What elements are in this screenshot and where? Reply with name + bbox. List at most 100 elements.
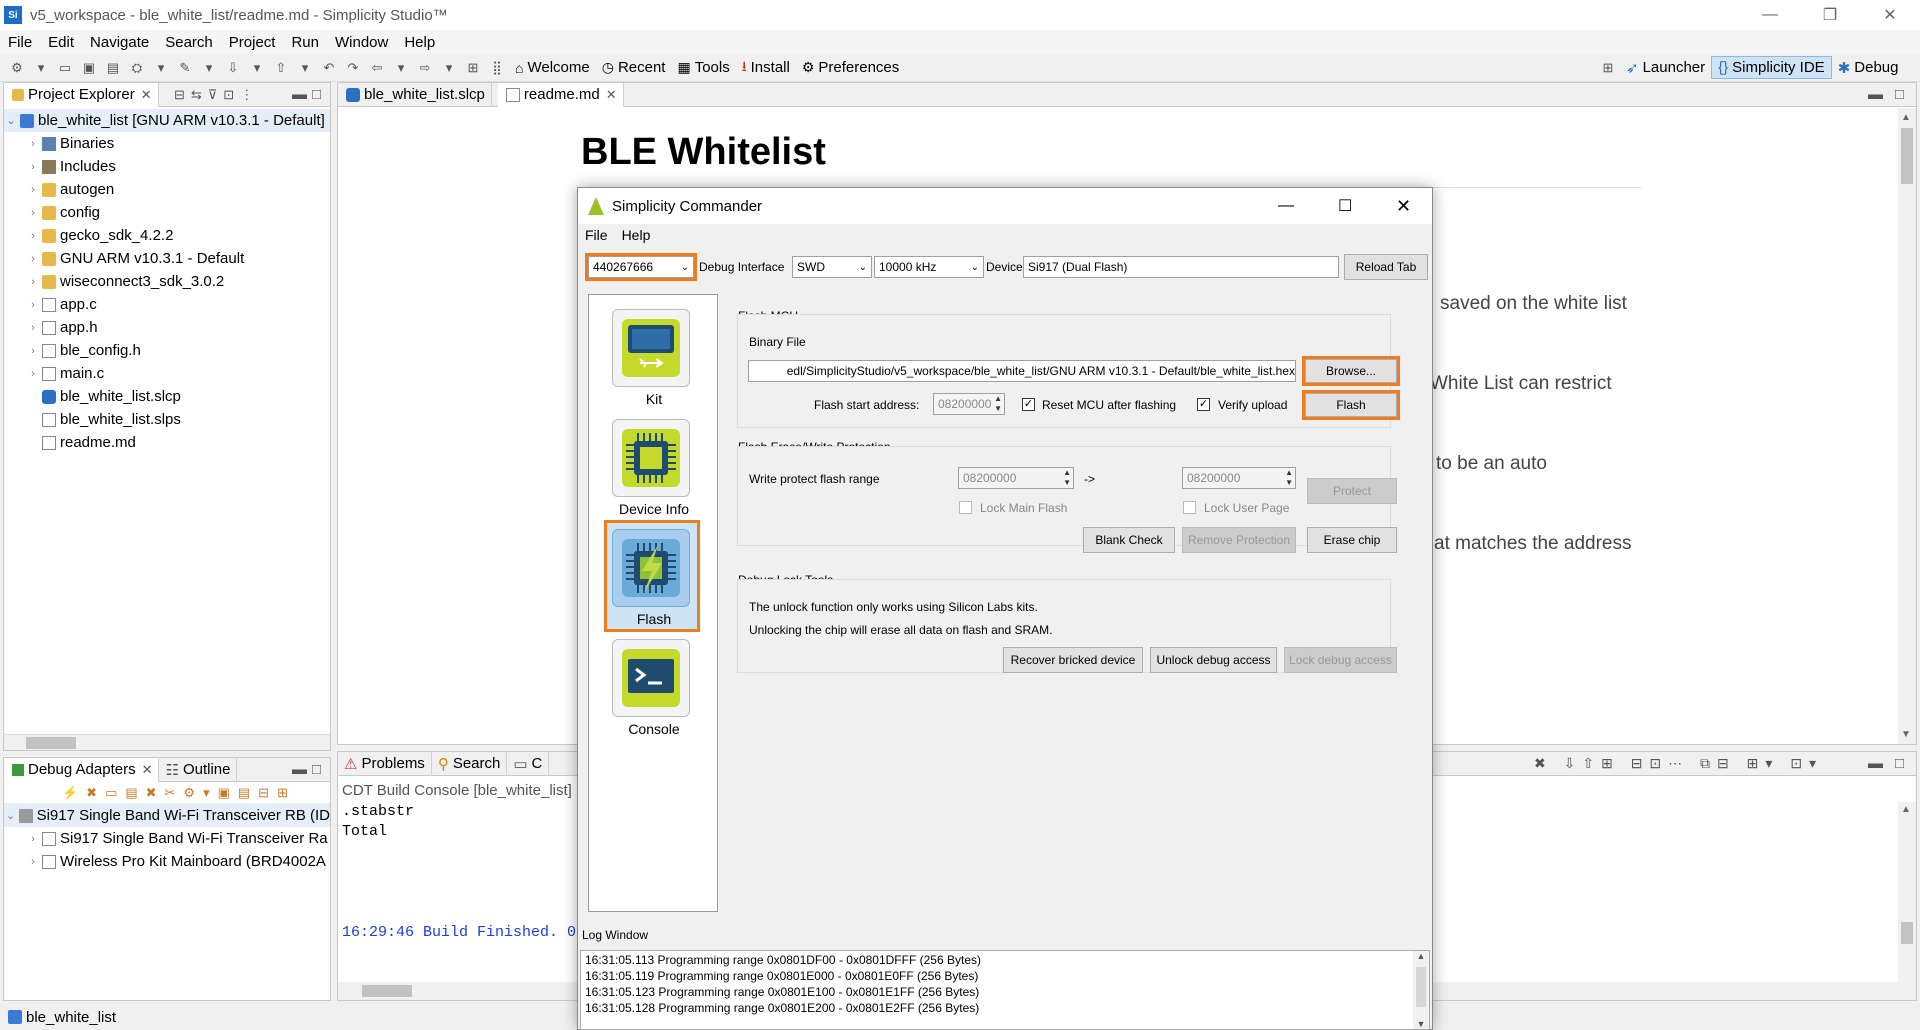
flash-button[interactable]: Flash bbox=[1302, 390, 1400, 420]
vertical-scrollbar[interactable]: ▲ ▼ bbox=[1898, 108, 1916, 744]
chevron-right-icon[interactable]: › bbox=[26, 230, 40, 242]
tree-item-readme[interactable]: readme.md bbox=[4, 431, 330, 454]
lock-debug-button[interactable]: Lock debug access bbox=[1284, 647, 1397, 673]
tools-button[interactable]: ▦ Tools bbox=[677, 59, 729, 76]
erase-chip-button[interactable]: Erase chip bbox=[1307, 527, 1397, 553]
tree-item-gecko-sdk[interactable]: › gecko_sdk_4.2.2 bbox=[4, 224, 330, 247]
tree-item-gnu-arm[interactable]: › GNU ARM v10.3.1 - Default bbox=[4, 247, 330, 270]
maximize-icon[interactable]: □ bbox=[1895, 86, 1904, 103]
minimize-icon[interactable]: ▬ bbox=[1868, 86, 1883, 103]
restore-button[interactable]: ❐ bbox=[1800, 0, 1860, 30]
grid-icon[interactable]: ⣿ bbox=[488, 59, 506, 77]
chevron-right-icon[interactable]: › bbox=[26, 322, 40, 334]
run-icon[interactable]: ⇧ bbox=[272, 59, 290, 77]
arrow-up-icon[interactable]: ▲ bbox=[1901, 804, 1911, 815]
maximize-icon[interactable]: □ bbox=[1895, 755, 1904, 772]
tab-project-explorer[interactable]: Project Explorer ✕ bbox=[4, 82, 159, 107]
debug-adapters-toolbar[interactable]: ⚡✖▭▤✖✂⚙▾▣▤⊟⊞ bbox=[4, 782, 330, 804]
chevron-down-icon[interactable]: ⌄ bbox=[4, 114, 18, 127]
minimize-icon[interactable]: ▬ bbox=[292, 86, 307, 103]
tree-item-binaries[interactable]: › Binaries bbox=[4, 132, 330, 155]
tab-debug-adapters[interactable]: Debug Adapters ✕ bbox=[4, 757, 160, 782]
menu-navigate[interactable]: Navigate bbox=[82, 34, 157, 51]
close-icon[interactable]: ✕ bbox=[142, 762, 153, 778]
scrollbar-thumb[interactable] bbox=[1901, 128, 1913, 184]
menu-help[interactable]: Help bbox=[396, 34, 443, 51]
tree-item-includes[interactable]: › Includes bbox=[4, 155, 330, 178]
save-icon[interactable]: ▣ bbox=[80, 59, 98, 77]
chevron-right-icon[interactable]: › bbox=[26, 253, 40, 265]
speed-select[interactable]: 10000 kHz ⌄ bbox=[874, 256, 984, 278]
adapter-row[interactable]: › Wireless Pro Kit Mainboard (BRD4002A bbox=[4, 850, 330, 873]
protect-button[interactable]: Protect bbox=[1307, 478, 1397, 504]
device-field[interactable]: Si917 (Dual Flash) bbox=[1023, 256, 1339, 278]
tree-item-wiseconnect[interactable]: › wiseconnect3_sdk_3.0.2 bbox=[4, 270, 330, 293]
build-icon[interactable]: ⚙ bbox=[8, 59, 26, 77]
adapter-row[interactable]: ⌄ Si917 Single Band Wi-Fi Transceiver RB … bbox=[4, 804, 330, 827]
tree-item-slcp[interactable]: ble_white_list.slcp bbox=[4, 385, 330, 408]
nav-flash[interactable] bbox=[612, 529, 690, 607]
tree-root[interactable]: ⌄ ble_white_list [GNU ARM v10.3.1 - Defau… bbox=[4, 109, 330, 132]
menu-window[interactable]: Window bbox=[327, 34, 396, 51]
menu-search[interactable]: Search bbox=[157, 34, 221, 51]
protect-from-input[interactable]: 08200000 ▲ ▼ bbox=[958, 467, 1074, 489]
tab-outline[interactable]: ☷ Outline bbox=[159, 757, 238, 782]
menu-help[interactable]: Help bbox=[622, 227, 651, 243]
tools-icon[interactable]: ✎ bbox=[176, 59, 194, 77]
arrow-up-icon[interactable]: ▲ bbox=[1413, 951, 1429, 961]
tree-item-slps[interactable]: ble_white_list.slps bbox=[4, 408, 330, 431]
tab-slcp[interactable]: ble_white_list.slcp bbox=[338, 82, 492, 107]
maximize-button[interactable]: ☐ bbox=[1338, 196, 1352, 216]
tab-readme[interactable]: readme.md ✕ bbox=[497, 82, 624, 107]
serial-select[interactable]: 440267666 ⌄ bbox=[585, 253, 697, 281]
lock-user-checkbox[interactable] bbox=[1183, 501, 1196, 514]
debug-interface-select[interactable]: SWD ⌄ bbox=[792, 256, 872, 278]
flash-start-input[interactable]: 08200000 ▲ ▼ bbox=[933, 393, 1005, 415]
close-icon[interactable]: ✕ bbox=[141, 87, 152, 103]
back-icon[interactable]: ⇦ bbox=[368, 59, 386, 77]
chevron-right-icon[interactable]: › bbox=[26, 184, 40, 196]
nav-kit[interactable] bbox=[612, 309, 690, 387]
console-toolbar-icons[interactable]: ✖ ⇩⇧⊞ ⊟⊡⋯ ⧉⊟ ⊞▾ ⊡▾ bbox=[1534, 755, 1823, 772]
menu-file[interactable]: File bbox=[585, 227, 608, 243]
adapter-row[interactable]: › Si917 Single Band Wi-Fi Transceiver Ra bbox=[4, 827, 330, 850]
dropdown-icon[interactable]: ▾ bbox=[296, 59, 314, 77]
preferences-button[interactable]: ⚙ Preferences bbox=[802, 59, 899, 76]
remove-protection-button[interactable]: Remove Protection bbox=[1182, 527, 1296, 553]
scrollbar-thumb[interactable] bbox=[362, 985, 412, 997]
chevron-right-icon[interactable]: › bbox=[26, 161, 40, 173]
chevron-right-icon[interactable]: › bbox=[26, 207, 40, 219]
menu-edit[interactable]: Edit bbox=[40, 34, 82, 51]
dropdown-icon[interactable]: ▾ bbox=[248, 59, 266, 77]
close-icon[interactable]: ✕ bbox=[606, 87, 617, 103]
close-button[interactable]: ✕ bbox=[1860, 0, 1920, 30]
nav-console[interactable] bbox=[612, 639, 690, 717]
install-button[interactable]: ⭳ Install bbox=[742, 56, 790, 80]
tree-item-app-c[interactable]: › app.c bbox=[4, 293, 330, 316]
minimize-button[interactable]: — bbox=[1278, 197, 1294, 215]
arrow-up-icon[interactable]: ▲ bbox=[1901, 112, 1911, 123]
close-button[interactable]: ✕ bbox=[1396, 196, 1411, 217]
chevron-right-icon[interactable]: › bbox=[26, 276, 40, 288]
tab-search[interactable]: ⚲ Search bbox=[432, 751, 508, 776]
chevron-down-icon[interactable]: ⌄ bbox=[4, 809, 17, 822]
protect-to-input[interactable]: 08200000 ▲ ▼ bbox=[1182, 467, 1296, 489]
maximize-icon[interactable]: □ bbox=[312, 86, 321, 103]
forward-icon[interactable]: ⇨ bbox=[416, 59, 434, 77]
maximize-icon[interactable]: □ bbox=[312, 761, 321, 778]
tree-item-config[interactable]: › config bbox=[4, 201, 330, 224]
minimize-icon[interactable]: ▬ bbox=[1868, 755, 1883, 772]
perspective-simplicity-ide[interactable]: {} Simplicity IDE bbox=[1711, 56, 1832, 79]
horizontal-scrollbar[interactable] bbox=[4, 734, 330, 750]
tab-console[interactable]: ▭ C bbox=[507, 751, 550, 776]
vertical-scrollbar[interactable]: ▲ bbox=[1898, 802, 1916, 982]
chevron-right-icon[interactable]: › bbox=[26, 299, 40, 311]
next-edit-icon[interactable]: ↷ bbox=[344, 59, 362, 77]
nav-device-info[interactable] bbox=[612, 419, 690, 497]
arrow-down-icon[interactable]: ▼ bbox=[1901, 729, 1911, 740]
dropdown-icon[interactable]: ▾ bbox=[200, 59, 218, 77]
tree-item-ble-config[interactable]: › ble_config.h bbox=[4, 339, 330, 362]
new-icon[interactable]: ▭ bbox=[56, 59, 74, 77]
spinner-icon[interactable]: ▲ ▼ bbox=[994, 394, 1002, 414]
minimize-button[interactable]: — bbox=[1740, 0, 1800, 30]
